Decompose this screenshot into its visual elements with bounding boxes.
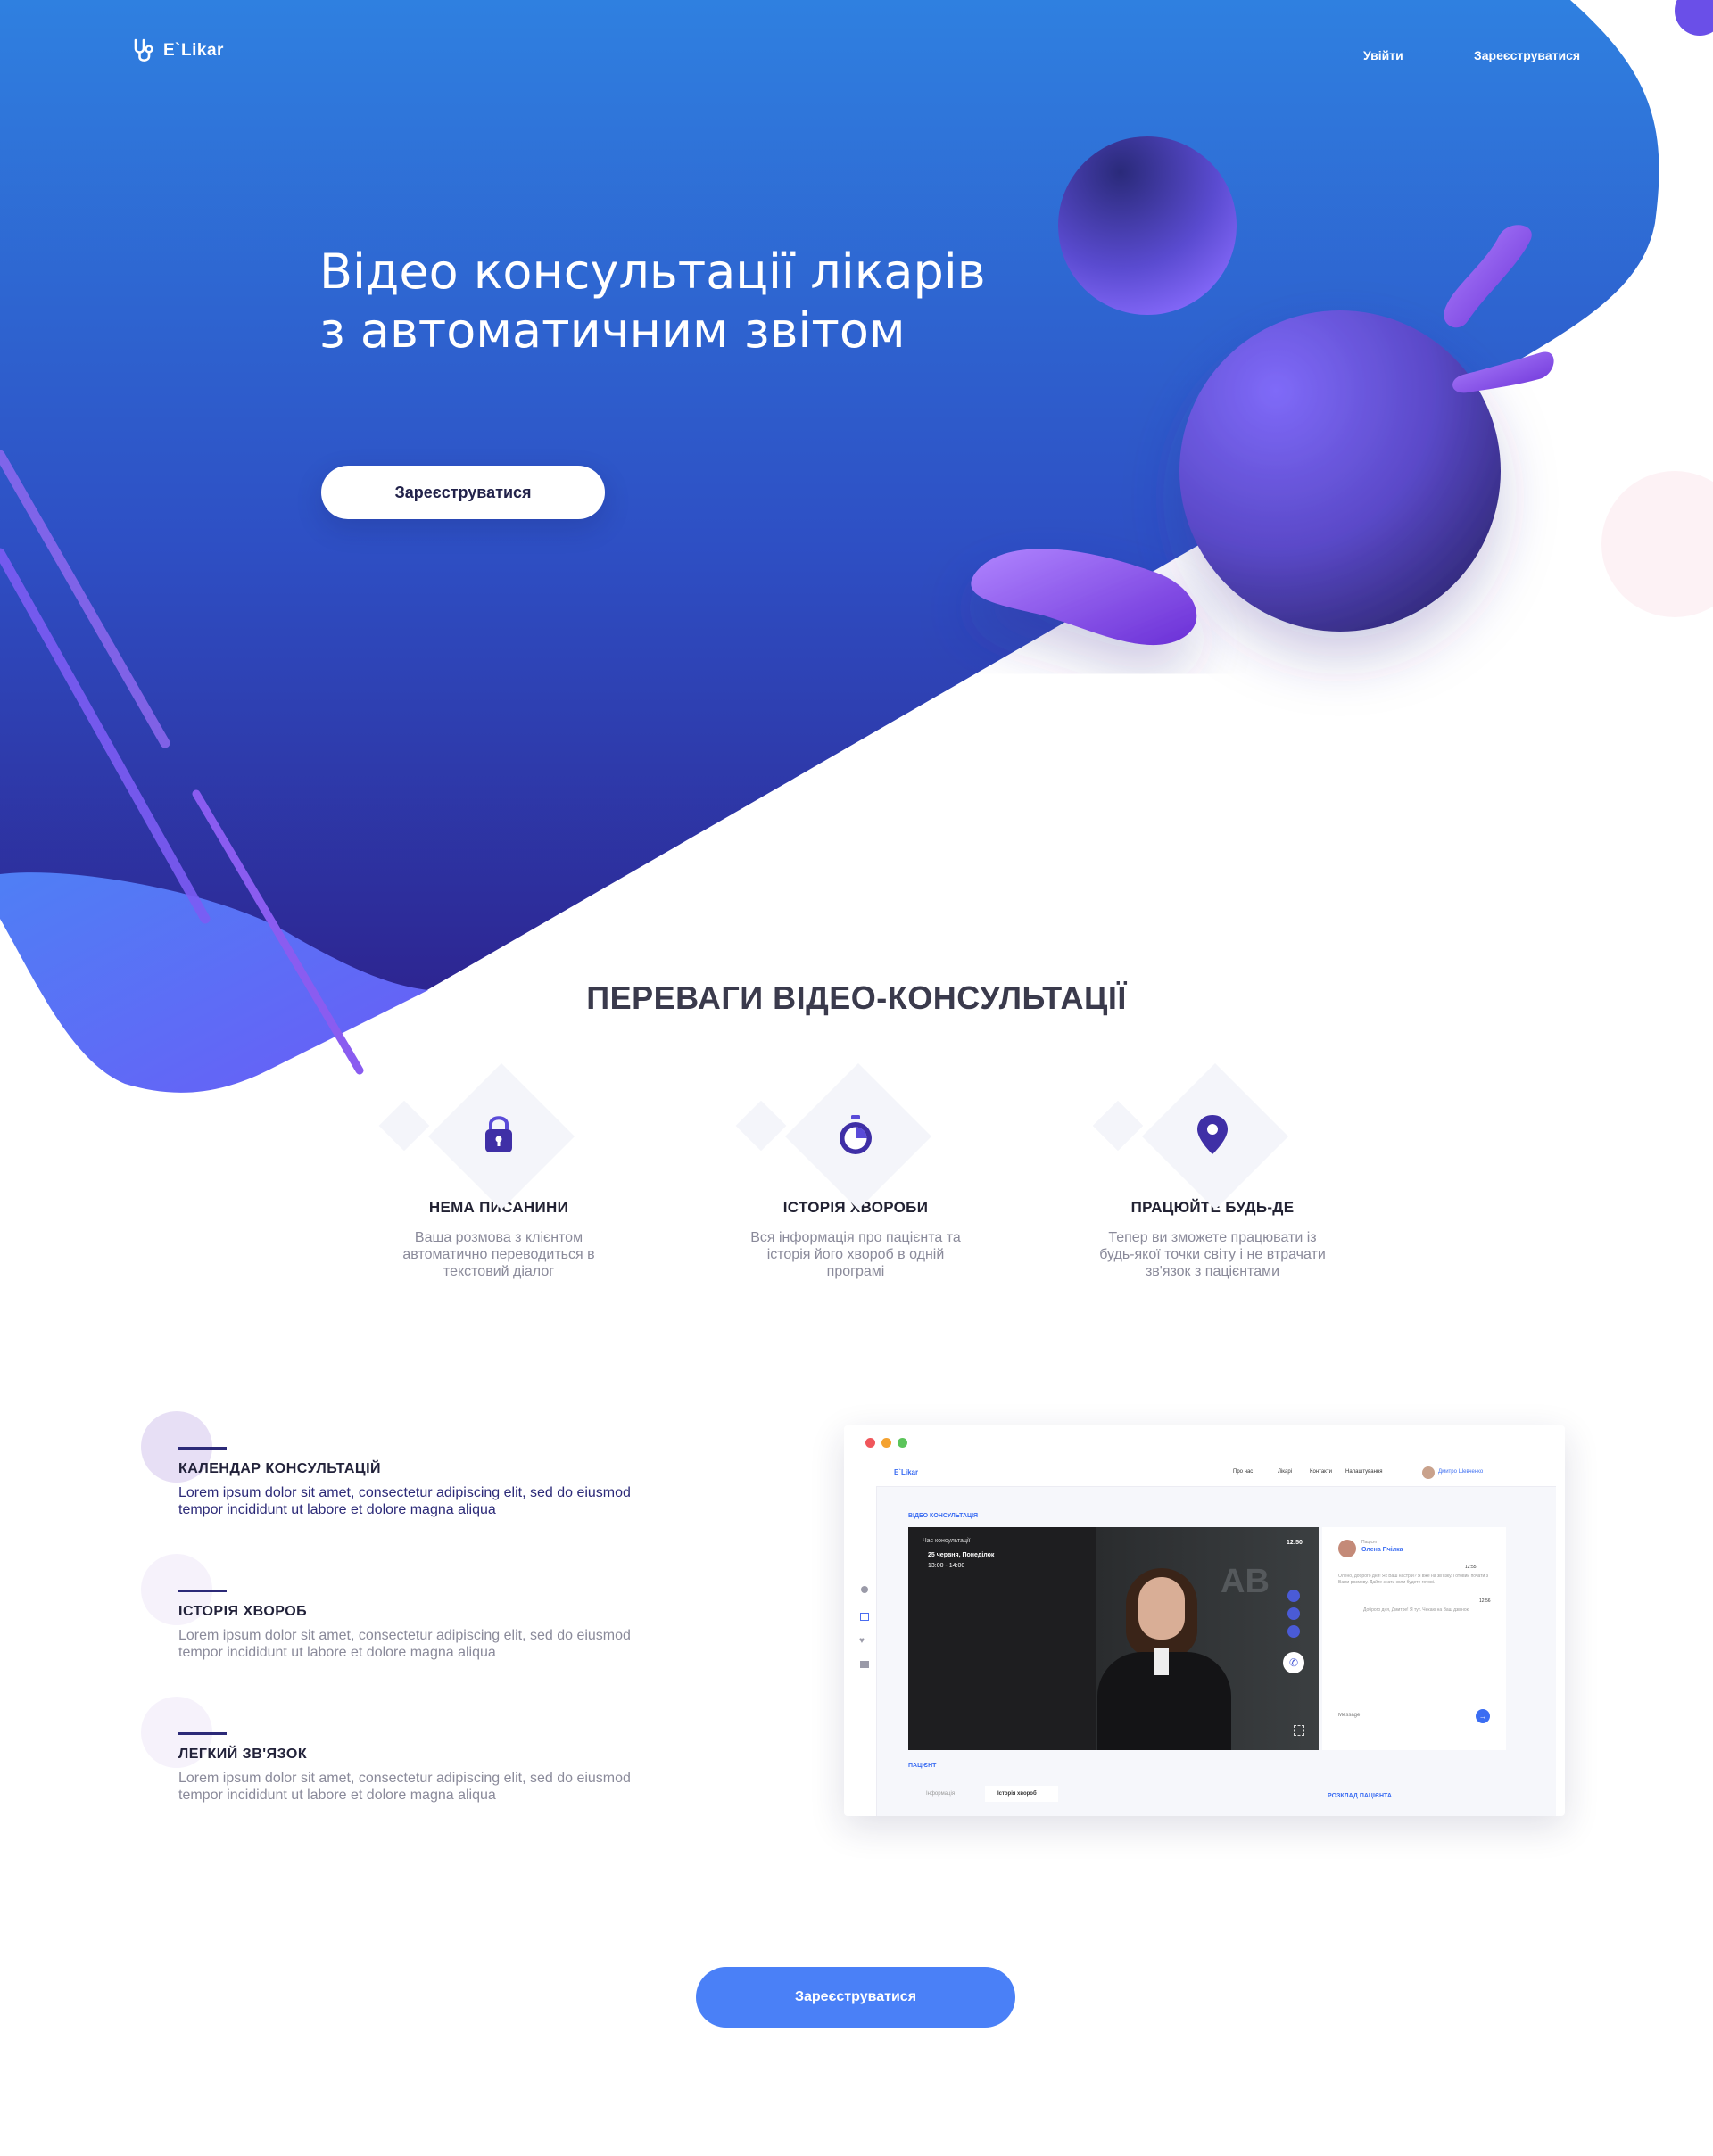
hero-title-line1: Відео консультації лікарів [319, 244, 986, 300]
chat-message-input[interactable] [1338, 1709, 1454, 1722]
video-caption: Час консультації [923, 1538, 971, 1544]
logo[interactable]: E`Likar [131, 37, 224, 64]
cta-register-button[interactable]: Зареєструватися [696, 1967, 1015, 2028]
mockup-nav-item: Контакти [1310, 1469, 1332, 1475]
video-clock: 12:50 [1287, 1540, 1303, 1546]
location-pin-icon [1197, 1115, 1228, 1154]
camera-button[interactable] [1287, 1590, 1300, 1602]
advantage-item: ПРАЦЮЙТЕ БУДЬ-ДЕ Тепер ви зможете працюв… [1079, 1061, 1346, 1280]
decor-line [178, 1447, 227, 1450]
advantage-text: Ваша розмова з клієнтом автоматично пере… [402, 1230, 595, 1279]
stopwatch-icon [840, 1115, 872, 1154]
decor-diamond [1092, 1100, 1144, 1152]
feature-title: КАЛЕНДАР КОНСУЛЬТАЦІЙ [178, 1461, 382, 1476]
hero-title: Відео консультації лікарів з автоматични… [319, 243, 997, 360]
video-player: AB Час консультації 25 червня, Понеділок… [908, 1527, 1319, 1750]
logo-text: E`Likar [163, 41, 224, 60]
advantage-text: Вся інформація про пацієнта та історія й… [750, 1230, 961, 1279]
advantages-title: ПЕРЕВАГИ ВІДЕО-КОНСУЛЬТАЦІЇ [586, 979, 1127, 1016]
window-close-dot [865, 1438, 875, 1448]
info-button[interactable] [1287, 1607, 1300, 1620]
window-minimize-dot [881, 1438, 891, 1448]
avatar [1422, 1466, 1435, 1479]
chat-patient-name: Олена Пчілка [1361, 1547, 1403, 1553]
feature-text: Lorem ipsum dolor sit amet, consectetur … [178, 1628, 631, 1660]
chat-message: Олено, доброго дня! Як Ваш настрій? Я вж… [1338, 1574, 1488, 1585]
chat-time: 12:55 [1465, 1565, 1477, 1570]
stethoscope-icon [134, 38, 153, 62]
person-face [1138, 1577, 1185, 1640]
decor-diamond [378, 1100, 430, 1152]
nav-register-link[interactable]: Зареєструватися [1474, 48, 1580, 62]
decor-diamond [735, 1100, 787, 1152]
advantage-item: НЕМА ПИСАНИНИ Ваша розмова з клієнтом ав… [365, 1061, 633, 1280]
phone-icon[interactable]: ✆ [1283, 1652, 1304, 1673]
settings-button[interactable] [1287, 1625, 1300, 1638]
fullscreen-icon[interactable] [1294, 1725, 1304, 1736]
wall-letters: AB [1221, 1563, 1270, 1600]
chat-panel: Пацієнт Олена Пчілка 12:55 Олено, доброг… [1322, 1527, 1506, 1750]
mockup-patient-label: ПАЦІЄНТ [908, 1763, 937, 1769]
mockup-nav-item: Лікарі [1278, 1469, 1293, 1475]
mockup-tab-history-label: Історія хвороб [997, 1791, 1037, 1797]
mockup-section-label: ВІДЕО КОНСУЛЬТАЦІЯ [908, 1513, 979, 1519]
heart-icon: ♥ [859, 1636, 865, 1646]
building-icon [860, 1661, 869, 1668]
chat-message: Доброго дня, Дмитре! Я тут. Чекаю на Ваш… [1363, 1607, 1469, 1613]
advantage-item: ІСТОРІЯ ХВОРОБИ Вся інформація про паціє… [722, 1061, 989, 1280]
video-time-range: 13:00 - 14:00 [928, 1563, 965, 1569]
advantage-text: Тепер ви зможете працювати із будь-якої … [1099, 1230, 1326, 1279]
app-mockup: ♥ E`Likar Про нас Лікарі Контакти Налашт… [844, 1425, 1565, 1816]
send-icon[interactable]: → [1476, 1709, 1490, 1723]
lock-icon [485, 1116, 512, 1152]
patient-avatar [1338, 1540, 1356, 1557]
window-maximize-dot [898, 1438, 907, 1448]
mockup-logo: E`Likar [894, 1468, 919, 1476]
nav-login-link[interactable]: Увійти [1363, 48, 1403, 62]
mockup-nav-item: Про нас [1233, 1469, 1254, 1475]
mockup-header: E`Likar Про нас Лікарі Контакти Налаштув… [876, 1459, 1556, 1487]
hero-title-line2: з автоматичним звітом [319, 302, 906, 359]
mockup-schedule-label: РОЗКЛАД ПАЦІЄНТА [1328, 1793, 1392, 1799]
mockup-sidebar: ♥ [853, 1459, 877, 1816]
feature-text: Lorem ipsum dolor sit amet, consectetur … [178, 1485, 631, 1517]
decor-line [178, 1732, 227, 1735]
feature-title: ІСТОРІЯ ХВОРОБ [178, 1604, 308, 1619]
mockup-tab-history[interactable]: Історія хвороб [985, 1786, 1058, 1802]
chat-time: 12:56 [1479, 1598, 1491, 1604]
mockup-app: ♥ E`Likar Про нас Лікарі Контакти Налашт… [853, 1459, 1556, 1816]
calendar-icon [860, 1613, 869, 1621]
hero-background [0, 0, 1713, 1093]
person-collar [1154, 1648, 1169, 1675]
mockup-nav-item: Налаштування [1345, 1469, 1383, 1475]
decor-line [178, 1590, 227, 1592]
chat-role: Пацієнт [1361, 1540, 1378, 1545]
feature-title: ЛЕГКИЙ ЗВ'ЯЗОК [178, 1747, 308, 1762]
video-date: 25 червня, Понеділок [928, 1552, 995, 1558]
hero-register-button[interactable]: Зареєструватися [321, 466, 605, 519]
mockup-user-name: Дмитро Шевченко [1438, 1469, 1484, 1475]
mockup-tab-info[interactable]: Інформація [926, 1791, 955, 1797]
feature-text: Lorem ipsum dolor sit amet, consectetur … [178, 1771, 631, 1803]
user-icon [861, 1586, 868, 1593]
